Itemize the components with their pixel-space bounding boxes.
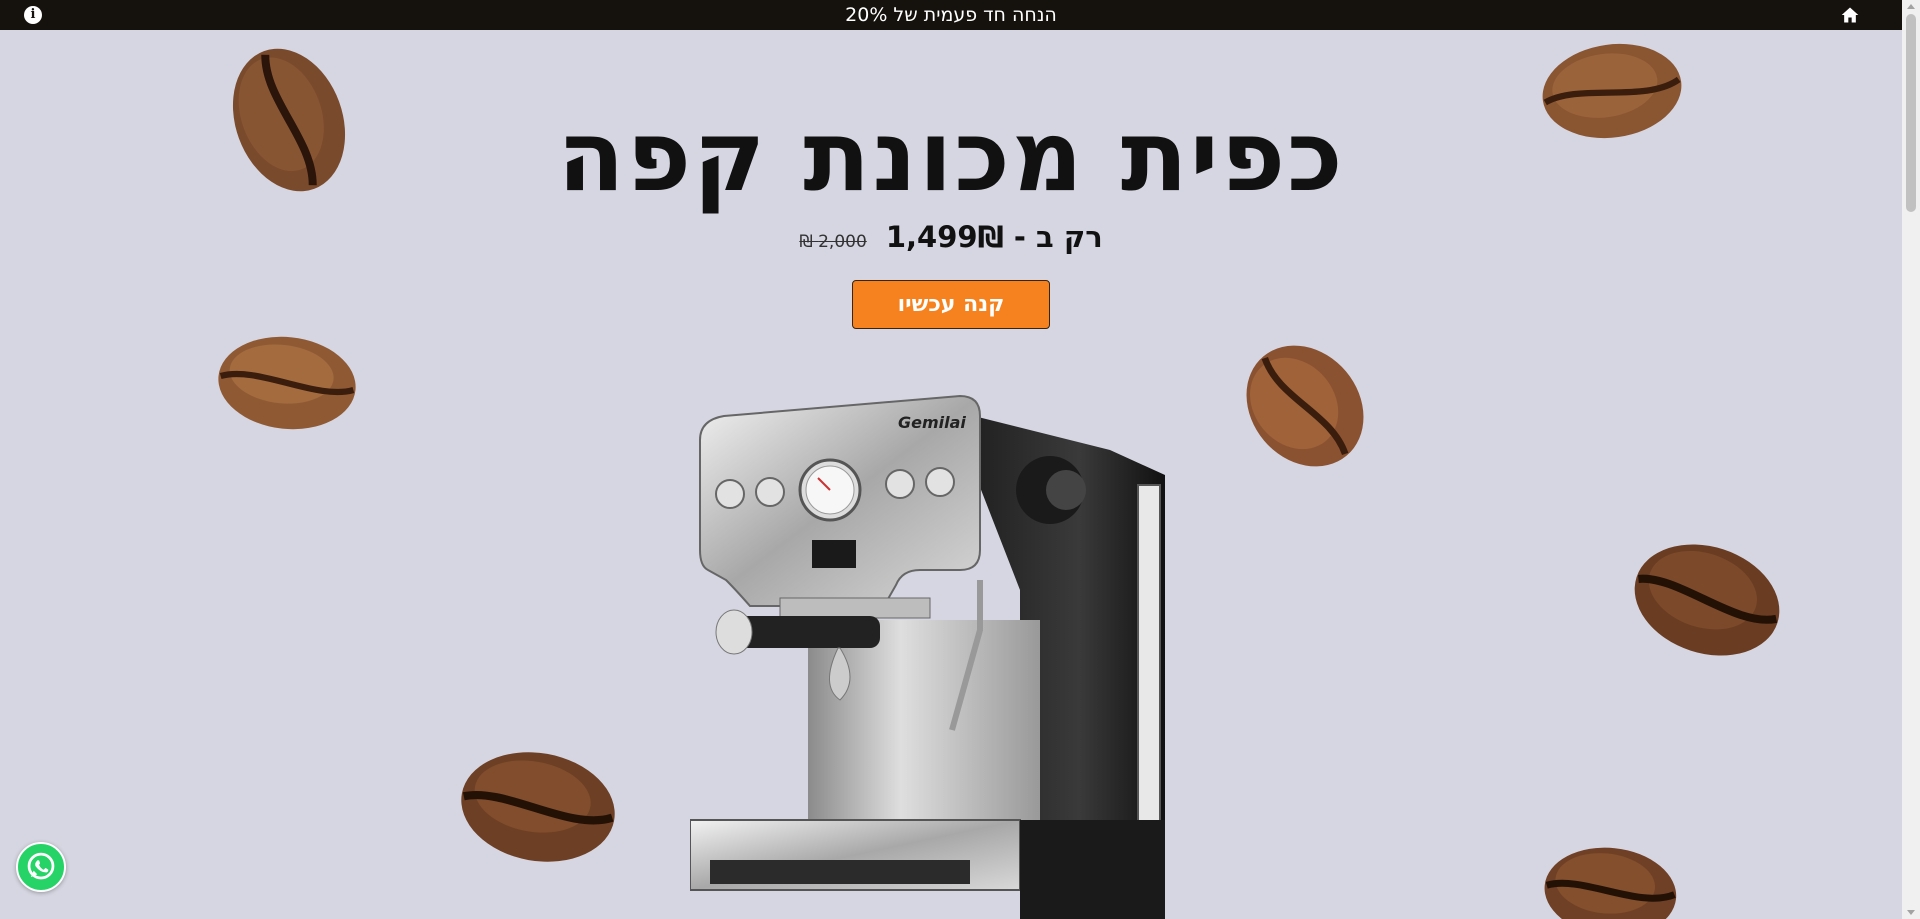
coffee-bean-icon — [1246, 345, 1364, 467]
espresso-machine-image: Gemilai — [690, 394, 1165, 919]
promo-text: הנחה חד פעמית של 20% — [845, 4, 1057, 26]
whatsapp-icon[interactable] — [16, 842, 66, 892]
vertical-scrollbar[interactable] — [1902, 0, 1920, 919]
price-row: רק ב - 1,499₪ 2,000 ₪ — [0, 220, 1902, 254]
scroll-down-icon[interactable] — [1907, 910, 1915, 915]
buy-now-button[interactable]: קנה עכשיו — [852, 280, 1050, 329]
scrollbar-thumb[interactable] — [1906, 14, 1916, 212]
coffee-bean-icon — [1544, 847, 1677, 919]
machine-brand: Gemilai — [898, 413, 966, 432]
coffee-bean-icon — [1634, 544, 1780, 656]
coffee-bean-icon — [218, 336, 356, 430]
page-title: כפית מכונת קפה — [557, 100, 1345, 214]
original-price: 2,000 ₪ — [799, 232, 867, 252]
hero-section: כפית מכונת קפה רק ב - 1,499₪ 2,000 ₪ קנה… — [0, 30, 1902, 919]
promo-bar: i הנחה חד פעמית של 20% — [0, 0, 1902, 30]
home-icon[interactable] — [1840, 5, 1860, 25]
coffee-bean-icon — [461, 752, 615, 862]
sale-price: רק ב - 1,499₪ — [885, 220, 1103, 254]
scroll-up-icon[interactable] — [1907, 4, 1915, 9]
